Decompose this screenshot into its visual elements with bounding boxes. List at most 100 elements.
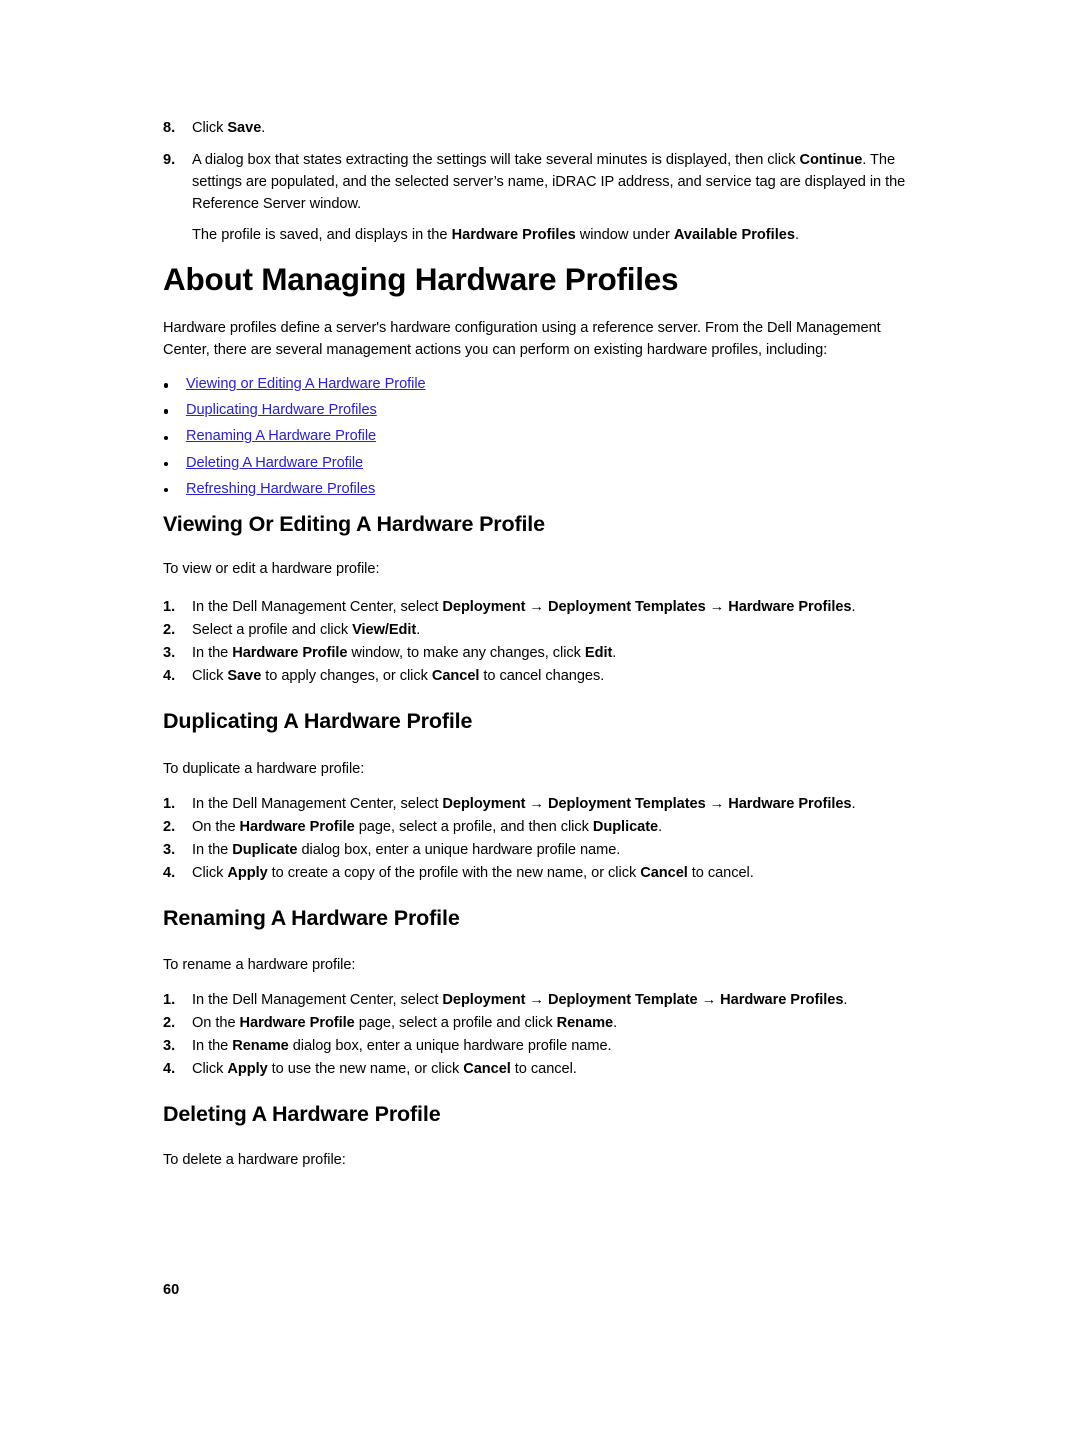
text-run: dialog box, enter a unique hardware prof…	[288, 1037, 612, 1054]
ui-term: Cancel	[640, 864, 688, 881]
step-list: 8. Click Save. 9. A dialog box that states …	[163, 118, 925, 216]
step-number: 1.	[163, 796, 176, 812]
ui-term: Cancel	[431, 667, 480, 684]
text-run: Select a profile and click	[192, 621, 353, 638]
ui-term: View/Edit	[352, 621, 417, 638]
text-run: to use the new name, or click	[267, 1060, 464, 1077]
list-item: Deleting A Hardware Profile	[163, 455, 925, 471]
bullet-icon	[164, 461, 169, 467]
arrow-icon: →	[525, 796, 548, 812]
text-run: In the	[192, 644, 233, 661]
section-heading: Duplicating A Hardware Profile	[163, 709, 473, 733]
text-run: .	[261, 120, 266, 136]
step-item: 3. In the Duplicate dialog box, enter a u…	[163, 840, 925, 862]
text-run: In the	[192, 841, 233, 858]
text-run: to create a copy of the profile with the…	[267, 864, 641, 881]
step-number: 4.	[163, 864, 176, 881]
step-item: 3. In the Rename dialog box, enter a uniq…	[163, 1036, 925, 1058]
ui-term: Deployment Templates	[547, 796, 706, 812]
section-renaming-steps: 1. In the Dell Management Center, select …	[163, 990, 925, 1082]
step-item: 3. In the Hardware Profile window, to mak…	[163, 643, 925, 665]
text-run: The profile is saved, and displays in th…	[192, 226, 452, 243]
text-run: On the	[192, 818, 240, 835]
ui-term: Hardware Profiles	[720, 992, 844, 1008]
ui-term: Duplicate	[592, 818, 659, 835]
arrow-icon: →	[697, 992, 721, 1008]
cross-reference-link-2[interactable]: Duplicating Hardware Profiles	[186, 402, 377, 418]
step-item: 1. In the Dell Management Center, select …	[163, 597, 925, 619]
step-item: 4. Click Apply to create a copy of the pr…	[163, 863, 925, 885]
arrow-icon: →	[705, 796, 729, 812]
step-number: 2.	[163, 1014, 176, 1031]
text-run: On the	[192, 1014, 240, 1031]
text-run: In the	[192, 1037, 233, 1054]
step-number: 3.	[163, 841, 176, 858]
bullet-icon	[164, 487, 169, 493]
cross-reference-link-4[interactable]: Deleting A Hardware Profile	[186, 455, 363, 471]
step-number: 4.	[163, 1060, 176, 1077]
step-number: 9.	[163, 151, 176, 168]
step-number: 1.	[163, 599, 176, 615]
section-viewing-or-editing-steps: 1. In the Dell Management Center, select …	[163, 597, 925, 689]
step-item: 2. On the Hardware Profile page, select a…	[163, 1013, 925, 1035]
ui-term: Deployment Templates	[547, 599, 706, 615]
list-item: Refreshing Hardware Profiles	[163, 481, 925, 497]
step-number: 8.	[163, 120, 176, 136]
cross-reference-list-block: Viewing or Editing A Hardware Profile Dup…	[163, 377, 925, 508]
section-heading: Deleting A Hardware Profile	[163, 1102, 441, 1126]
section-viewing-or-editing-lead: To view or edit a hardware profile:	[163, 559, 925, 581]
section-lead-text: To view or edit a hardware profile:	[163, 561, 380, 577]
ui-term: Rename	[556, 1014, 614, 1031]
text-run: .	[851, 796, 856, 812]
text-run: page, select a profile and click	[354, 1014, 557, 1031]
arrow-icon: →	[525, 599, 548, 615]
step-list: 1. In the Dell Management Center, select …	[163, 597, 925, 688]
section-duplicating-lead: To duplicate a hardware profile:	[163, 759, 925, 781]
ui-term: Apply	[227, 1060, 268, 1077]
step-list: 1. In the Dell Management Center, select …	[163, 990, 925, 1081]
ui-term: Hardware Profiles	[451, 226, 576, 243]
cross-reference-link-5[interactable]: Refreshing Hardware Profiles	[186, 481, 375, 497]
text-run: In the Dell Management Center, select	[192, 796, 443, 812]
list-item: Duplicating Hardware Profiles	[163, 403, 925, 418]
text-run: .	[851, 599, 856, 615]
text-run: A dialog box that states extracting the …	[192, 151, 800, 168]
text-run: .	[613, 1014, 618, 1031]
ui-term: Available Profiles	[673, 226, 796, 243]
text-run: .	[658, 818, 663, 835]
text-run: to cancel.	[687, 864, 754, 881]
section-duplicating-steps: 1. In the Dell Management Center, select …	[163, 794, 925, 886]
step-item: 9. A dialog box that states extracting th…	[163, 150, 925, 216]
ui-term: Continue	[799, 151, 863, 168]
step-item: 2. On the Hardware Profile page, select a…	[163, 817, 925, 839]
step-item: 8. Click Save.	[163, 118, 925, 140]
cross-reference-link-1[interactable]: Viewing or Editing A Hardware Profile	[186, 376, 426, 392]
ui-term: Deployment Template	[547, 992, 698, 1008]
ui-term: Apply	[227, 864, 268, 881]
ui-term: Cancel	[463, 1060, 511, 1077]
step-number: 2.	[163, 621, 176, 638]
ui-term: Edit	[584, 644, 613, 661]
text-run: to cancel.	[510, 1060, 577, 1077]
ui-term: Duplicate	[232, 841, 298, 858]
arrow-icon: →	[525, 992, 548, 1008]
list-item: Viewing or Editing A Hardware Profile	[163, 377, 925, 392]
ui-term: Deployment	[442, 992, 526, 1008]
ui-term: Rename	[232, 1037, 289, 1054]
top-procedure-steps: 8. Click Save. 9. A dialog box that states …	[163, 118, 925, 246]
step-list: 1. In the Dell Management Center, select …	[163, 794, 925, 885]
text-run: In the Dell Management Center, select	[192, 992, 443, 1008]
step-item: 4. Click Save to apply changes, or click …	[163, 666, 925, 688]
text-run: .	[612, 644, 617, 661]
section-deleting-heading: Deleting A Hardware Profile	[163, 1102, 925, 1127]
section-viewing-or-editing-heading: Viewing Or Editing A Hardware Profile	[163, 512, 925, 537]
page-title: About Managing Hardware Profiles	[163, 261, 679, 297]
bullet-icon	[164, 383, 169, 388]
ui-term: Save	[227, 667, 262, 684]
cross-reference-link-3[interactable]: Renaming A Hardware Profile	[186, 428, 376, 444]
list-item: Renaming A Hardware Profile	[163, 429, 925, 444]
cross-reference-list: Viewing or Editing A Hardware Profile Dup…	[163, 377, 925, 496]
section-lead-text: To delete a hardware profile:	[163, 1152, 346, 1168]
ui-term: Hardware Profile	[239, 818, 355, 835]
text-run: page, select a profile, and then click	[354, 818, 593, 835]
